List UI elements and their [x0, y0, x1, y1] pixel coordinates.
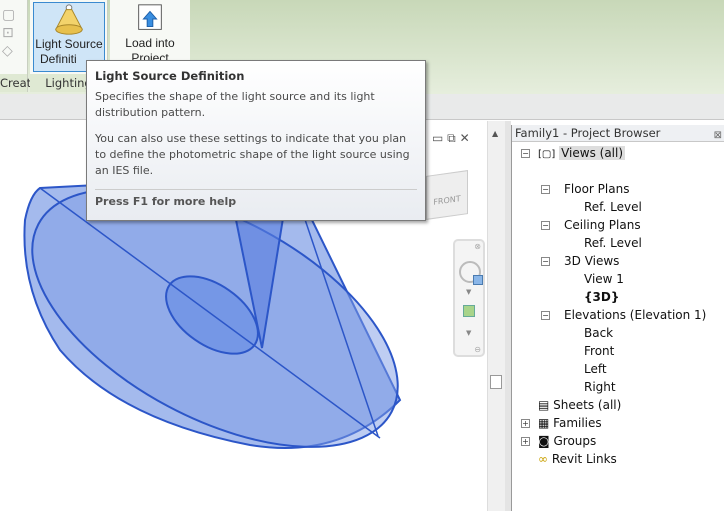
- views-icon: [▢]: [538, 149, 556, 160]
- tree-item-sheets[interactable]: ▤ Sheets (all): [538, 397, 621, 413]
- tree-item-ref-level[interactable]: Ref. Level: [584, 235, 642, 251]
- create-tools-icon[interactable]: ▢ ⊡ ◇: [2, 6, 22, 61]
- tooltip-description-extended: You can also use these settings to indic…: [95, 132, 410, 177]
- tree-item-label: Families: [553, 416, 602, 430]
- close-icon[interactable]: ✕: [460, 131, 470, 145]
- load-into-label-1: Load into: [125, 36, 175, 50]
- create-panel: ▢ ⊡ ◇ Create: [0, 0, 39, 92]
- tree-item-elevations[interactable]: Elevations (Elevation 1): [564, 307, 706, 323]
- viewcube[interactable]: FRONT: [426, 170, 468, 220]
- light-cone-icon: [55, 4, 83, 35]
- dropdown-arrow-icon[interactable]: ▼: [466, 288, 471, 296]
- load-into-project-icon: [138, 4, 162, 30]
- tree-item-families[interactable]: ▦ Families: [538, 415, 602, 431]
- expand-icon[interactable]: +: [521, 437, 530, 446]
- tree-item-label: Sheets (all): [553, 398, 622, 412]
- zoom-region-icon[interactable]: [463, 305, 475, 317]
- dropdown-arrow-icon[interactable]: ▼: [466, 329, 471, 337]
- tree-item-view-1[interactable]: View 1: [584, 271, 624, 287]
- tree-item-3d[interactable]: {3D}: [584, 289, 619, 305]
- window-controls: ▭ ⧉ ✕: [432, 131, 470, 146]
- tree-item-groups[interactable]: ◙ Groups: [538, 433, 596, 449]
- project-browser-title-text: Family1 - Project Browser: [515, 126, 661, 140]
- navigation-bar: ⊗ ▼ ▼ ⊖: [453, 239, 485, 357]
- tree-item-views[interactable]: [▢] Views (all): [538, 145, 626, 163]
- groups-icon: ◙: [538, 434, 550, 448]
- link-icon: ∞: [538, 452, 548, 466]
- project-browser: Family1 - Project Browser ⊠ − [▢] Views (…: [511, 125, 724, 511]
- tree-item-floor-plans[interactable]: Floor Plans: [564, 181, 629, 197]
- tree-item-front[interactable]: Front: [584, 343, 614, 359]
- nav-close-icon[interactable]: ⊗: [474, 242, 481, 251]
- families-icon: ▦: [538, 416, 550, 430]
- tree-item-label: Revit Links: [551, 452, 617, 466]
- minimize-icon[interactable]: ▭: [432, 131, 443, 145]
- tree-item-revit-links[interactable]: ∞ Revit Links: [538, 451, 617, 467]
- restore-icon[interactable]: ⧉: [447, 131, 456, 145]
- tree-item-back[interactable]: Back: [584, 325, 613, 341]
- collapse-icon[interactable]: −: [521, 149, 530, 158]
- tooltip-description: Specifies the shape of the light source …: [95, 90, 375, 119]
- scroll-up-icon[interactable]: ▲: [492, 129, 498, 138]
- create-panel-label: Create: [0, 74, 39, 92]
- tree-item-3d-views[interactable]: 3D Views: [564, 253, 619, 269]
- steering-wheel-icon[interactable]: [459, 261, 483, 285]
- scroll-thumb[interactable]: [490, 375, 502, 389]
- tree-item-left[interactable]: Left: [584, 361, 607, 377]
- collapse-icon[interactable]: −: [541, 311, 550, 320]
- tree-item-ceiling-plans[interactable]: Ceiling Plans: [564, 217, 641, 233]
- project-browser-title: Family1 - Project Browser ⊠: [512, 125, 724, 142]
- collapse-icon[interactable]: −: [541, 221, 550, 230]
- light-source-label-1: Light Source: [35, 37, 103, 51]
- vertical-scrollbar[interactable]: ▲: [487, 121, 505, 511]
- close-icon[interactable]: ⊠: [714, 127, 722, 144]
- tree-item-right[interactable]: Right: [584, 379, 616, 395]
- tree-item-label: Groups: [553, 434, 597, 448]
- tree-item-ref-level[interactable]: Ref. Level: [584, 199, 642, 215]
- sheets-icon: ▤: [538, 398, 550, 412]
- viewcube-face-label: FRONT: [433, 194, 461, 207]
- tooltip-title: Light Source Definition: [95, 69, 245, 83]
- collapse-icon[interactable]: −: [541, 185, 550, 194]
- tooltip-help: Press F1 for more help: [95, 189, 417, 208]
- expand-icon[interactable]: +: [521, 419, 530, 428]
- collapse-icon[interactable]: −: [541, 257, 550, 266]
- tooltip: Light Source Definition Specifies the sh…: [86, 60, 426, 221]
- nav-options-icon[interactable]: ⊖: [474, 345, 481, 354]
- tree-item-label: Views (all): [559, 146, 626, 160]
